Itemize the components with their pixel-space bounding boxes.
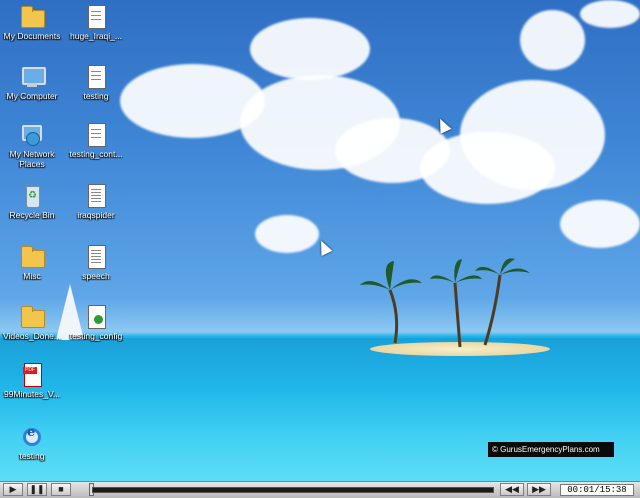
copyright-watermark: © GurusEmergencyPlans.com (488, 442, 614, 457)
document-icon (84, 123, 108, 147)
folder-icon (20, 245, 45, 269)
desktop-icon-testing-ie[interactable]: e testing (0, 425, 67, 461)
cloud (560, 200, 640, 248)
recycle-bin-icon: ♻ (20, 184, 44, 208)
desktop-icon-testing-cont[interactable]: testing_cont... (61, 123, 131, 159)
desktop-icon-label: Misc (23, 271, 41, 281)
desktop-icon-label: My Network Places (9, 149, 55, 169)
cloud (250, 18, 370, 80)
desktop-icon-speech[interactable]: speech (61, 245, 131, 281)
desktop-icon-misc[interactable]: Misc (0, 245, 67, 281)
cloud (460, 80, 605, 190)
pdf-icon: PDF (20, 363, 44, 387)
text-file-icon (84, 184, 108, 208)
config-file-icon (84, 305, 108, 329)
desktop-icon-testing-config[interactable]: testing_config (61, 305, 131, 341)
desktop-icon-label: testing (83, 91, 109, 101)
rewind-button[interactable]: ◀◀ (500, 483, 524, 496)
play-button[interactable]: ▶ (3, 483, 23, 496)
desktop-icon-iraqspider[interactable]: iraqspider (61, 184, 131, 220)
seek-bar[interactable] (92, 487, 494, 493)
folder-icon (20, 305, 45, 329)
desktop-icon-recycle-bin[interactable]: ♻ Recycle Bin (0, 184, 67, 220)
folder-icon (20, 5, 45, 29)
text-file-icon (84, 245, 108, 269)
desktop-icon-label: My Documents (3, 31, 61, 41)
time-display: 00:01/15:38 (560, 484, 634, 496)
desktop-icon-huge-iraqi[interactable]: huge_Iraqi_... (61, 5, 131, 41)
media-player-bar: ▶ ❚❚ ■ ◀◀ ▶▶ 00:01/15:38 (0, 481, 640, 498)
pause-button[interactable]: ❚❚ (27, 483, 47, 496)
desktop-icon-label: speech (82, 271, 110, 281)
document-icon (84, 65, 108, 89)
desktop-icon-my-computer[interactable]: My Computer (0, 65, 67, 101)
cloud (520, 10, 585, 70)
desktop-icon-testing[interactable]: testing (61, 65, 131, 101)
cloud (255, 215, 319, 253)
desktop-icon-label: 99Minutes_V... (4, 389, 60, 399)
desktop-icon-label: Videos_Done... (3, 331, 61, 341)
computer-icon (20, 65, 46, 89)
desktop-icon-my-network-places[interactable]: My Network Places (0, 123, 67, 169)
desktop-icon-label: huge_Iraqi_... (70, 31, 122, 41)
desktop-icon-label: My Computer (6, 91, 58, 101)
desktop-icon-label: Recycle Bin (9, 210, 55, 220)
desktop-icon-my-documents[interactable]: My Documents (0, 5, 67, 41)
desktop-icon-label: testing_config (69, 331, 123, 341)
cloud (580, 0, 640, 28)
desktop-icon-label: testing (19, 451, 45, 461)
sea (0, 338, 640, 481)
internet-explorer-icon: e (20, 425, 44, 449)
desktop-icon-label: iraqspider (77, 210, 115, 220)
desktop-icon-99minutes[interactable]: PDF 99Minutes_V... (0, 363, 67, 399)
desktop-icon-label: testing_cont... (69, 149, 123, 159)
palm-trees (360, 258, 530, 348)
document-icon (84, 5, 108, 29)
network-icon (20, 123, 44, 147)
stop-button[interactable]: ■ (51, 483, 71, 496)
fast-forward-button[interactable]: ▶▶ (527, 483, 551, 496)
desktop-icon-videos-done[interactable]: Videos_Done... (0, 305, 67, 341)
